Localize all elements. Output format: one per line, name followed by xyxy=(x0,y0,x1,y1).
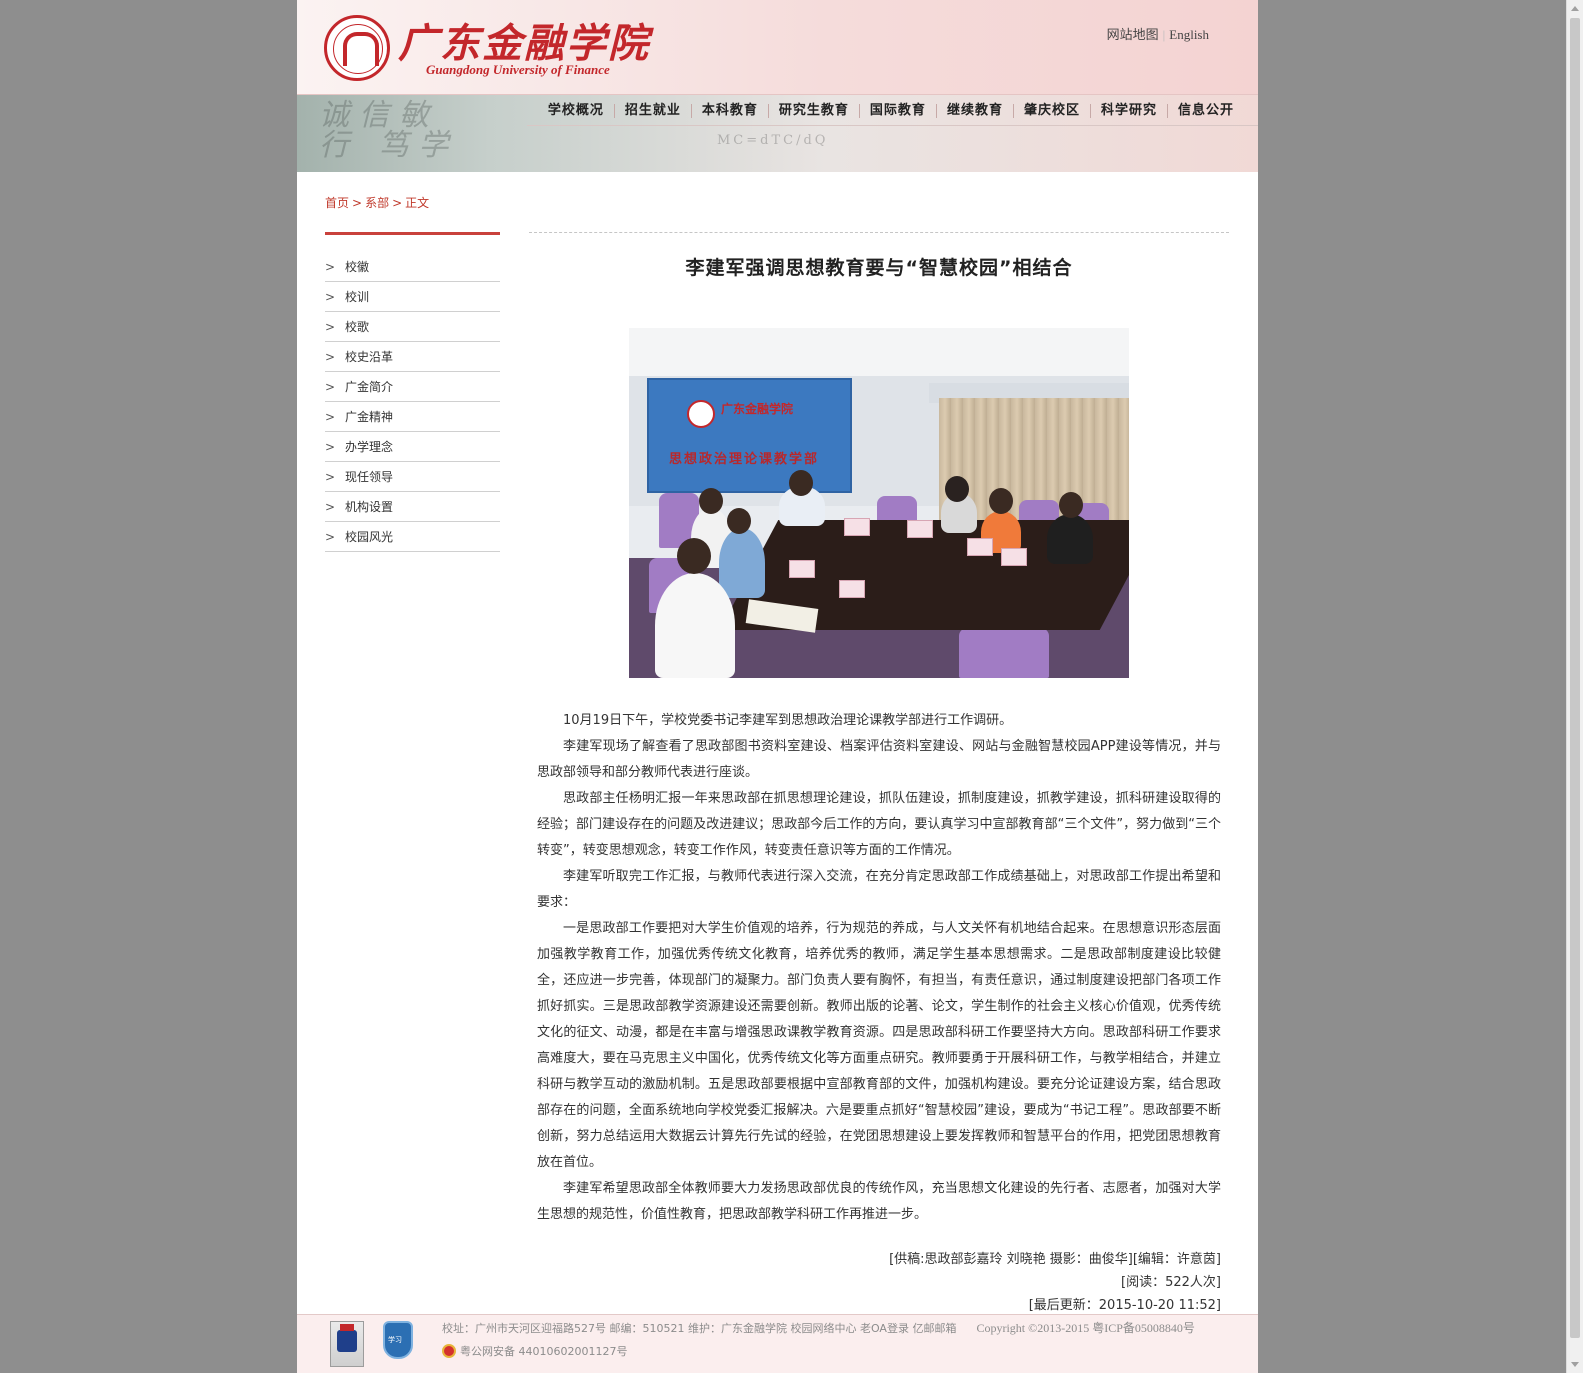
scroll-down-arrow-icon[interactable] xyxy=(1571,1362,1579,1367)
chevron-right-icon: > xyxy=(325,499,336,514)
nav-item-continuing[interactable]: 继续教育 xyxy=(935,104,1013,118)
site-header: 广东金融学院 Guangdong University of Finance 网… xyxy=(297,0,1258,94)
board-seal-icon xyxy=(687,400,715,428)
study-shield-icon[interactable]: 学习 xyxy=(383,1321,413,1359)
nav-banner: 诚信敏行 笃学 MC=dTC/dQ 学校概况 招生就业 本科教育 研究生教育 国… xyxy=(297,94,1258,172)
sidebar-item-spirit[interactable]: > 广金精神 xyxy=(325,402,500,432)
article-view-count: [阅读：522人次] xyxy=(1121,1275,1221,1290)
chevron-right-icon: > xyxy=(325,319,336,334)
sidebar-item-motto[interactable]: > 校训 xyxy=(325,282,500,312)
article-source: [供稿:思政部彭嘉玲 刘晓艳 摄影：曲俊华][编辑：许意茵] xyxy=(889,1252,1221,1267)
police-badge-icon[interactable] xyxy=(330,1321,364,1367)
sidebar-item-label: 机构设置 xyxy=(345,500,394,514)
english-link[interactable]: English xyxy=(1169,27,1209,43)
sidebar-item-organization[interactable]: > 机构设置 xyxy=(325,492,500,522)
chevron-right-icon: > xyxy=(325,469,336,484)
sidebar-item-label: 校歌 xyxy=(345,320,370,334)
chevron-right-icon: > xyxy=(325,409,336,424)
sidebar: > 校徽 > 校训 > 校歌 > 校史沿革 > 广金简介 > 广金精神 > 办学理念 > 现任领… xyxy=(325,232,500,552)
sidebar-item-label: 校徽 xyxy=(345,260,370,274)
logo-english-name: Guangdong University of Finance xyxy=(426,62,610,77)
badge-label: 学习 xyxy=(388,1336,402,1344)
nav-item-research[interactable]: 科学研究 xyxy=(1089,104,1167,118)
sidebar-item-leadership[interactable]: > 现任领导 xyxy=(325,462,500,492)
breadcrumb-department[interactable]: 系部 xyxy=(365,196,389,210)
sidebar-top-bar xyxy=(325,232,500,235)
footer-security-record[interactable]: 粤公网安备 44010602001127号 xyxy=(460,1343,627,1359)
sidebar-item-label: 现任领导 xyxy=(345,470,394,484)
sidebar-item-emblem[interactable]: > 校徽 xyxy=(325,252,500,282)
scroll-up-arrow-icon[interactable] xyxy=(1571,6,1579,11)
breadcrumb-separator: > xyxy=(392,196,403,210)
breadcrumb-separator: > xyxy=(352,196,363,210)
article-title: 李建军强调思想教育要与“智慧校园”相结合 xyxy=(685,257,1073,279)
article-paragraph: 10月19日下午，学校党委书记李建军到思想政治理论课教学部进行工作调研。 xyxy=(563,713,1013,728)
chevron-right-icon: > xyxy=(325,439,336,454)
nav-item-zhaoqing[interactable]: 肇庆校区 xyxy=(1012,104,1090,118)
nav-item-graduate[interactable]: 研究生教育 xyxy=(767,104,859,118)
nav-item-admissions[interactable]: 招生就业 xyxy=(613,104,691,118)
nav-item-undergraduate[interactable]: 本科教育 xyxy=(690,104,768,118)
article-paragraph: 李建军听取完工作汇报，与教师代表进行深入交流，在充分肯定思政部工作成绩基础上，对… xyxy=(537,869,1221,910)
chevron-right-icon: > xyxy=(325,289,336,304)
chevron-right-icon: > xyxy=(325,259,336,274)
university-seal-icon xyxy=(324,15,390,81)
footer-address-line: 校址：广州市天河区迎福路527号 邮编：510521 维护：广东金融学院 校园网… xyxy=(442,1319,1195,1336)
content-top-divider xyxy=(529,232,1229,233)
banner-calligraphy: 诚信敏行 笃学 xyxy=(319,98,459,163)
sidebar-item-introduction[interactable]: > 广金简介 xyxy=(325,372,500,402)
sidebar-item-campus-scenery[interactable]: > 校园风光 xyxy=(325,522,500,552)
sidebar-item-label: 校园风光 xyxy=(345,530,394,544)
sidebar-item-label: 广金精神 xyxy=(345,410,394,424)
article-body: 10月19日下午，学校党委书记李建军到思想政治理论课教学部进行工作调研。 李建军… xyxy=(529,708,1229,1228)
breadcrumb: 首页 > 系部 > 正文 xyxy=(325,194,429,211)
nav-item-disclosure[interactable]: 信息公开 xyxy=(1166,104,1244,118)
footer-security-line: 粤公网安备 44010602001127号 xyxy=(442,1343,627,1359)
chevron-right-icon: > xyxy=(325,379,336,394)
article-paragraph: 思政部主任杨明汇报一年来思政部在抓思想理论建设，抓队伍建设，抓制度建设，抓教学建… xyxy=(537,791,1221,858)
chevron-right-icon: > xyxy=(325,529,336,544)
breadcrumb-home[interactable]: 首页 xyxy=(325,196,349,210)
board-subtitle: 思想政治理论课教学部 xyxy=(669,452,820,467)
nav-item-international[interactable]: 国际教育 xyxy=(858,104,936,118)
scroll-thumb[interactable] xyxy=(1570,18,1580,1338)
sidebar-item-label: 校史沿革 xyxy=(345,350,394,364)
sidebar-item-label: 广金简介 xyxy=(345,380,394,394)
nav-item-school-overview[interactable]: 学校概况 xyxy=(538,104,614,118)
sidebar-item-label: 校训 xyxy=(345,290,370,304)
logo-chinese-name: 广东金融学院 xyxy=(398,20,650,67)
article-photo: 广东金融学院 思想政治理论课教学部 xyxy=(629,328,1129,678)
sidebar-item-philosophy[interactable]: > 办学理念 xyxy=(325,432,500,462)
scrollbar[interactable] xyxy=(1566,0,1583,1373)
university-logo[interactable]: 广东金融学院 Guangdong University of Finance xyxy=(324,12,648,84)
site-footer: 学习 校址：广州市天河区迎福路527号 邮编：510521 维护：广东金融学院 … xyxy=(297,1314,1258,1373)
article-meta: [供稿:思政部彭嘉玲 刘晓艳 摄影：曲俊华][编辑：许意茵] [阅读：522人次… xyxy=(529,1248,1229,1317)
board-title: 广东金融学院 xyxy=(721,402,794,416)
photo-department-board: 广东金融学院 思想政治理论课教学部 xyxy=(647,378,852,493)
article-paragraph: 李建军现场了解查看了思政部图书资料室建设、档案评估资料室建设、网站与金融智慧校园… xyxy=(537,739,1221,780)
public-security-icon xyxy=(442,1344,456,1358)
sidebar-item-history[interactable]: > 校史沿革 xyxy=(325,342,500,372)
top-links: 网站地图 | English xyxy=(1107,24,1209,43)
article-content: 李建军强调思想教育要与“智慧校园”相结合 广东金融学院 思想政治理论课教学部 1… xyxy=(529,232,1229,1317)
chevron-right-icon: > xyxy=(325,349,336,364)
footer-address: 校址：广州市天河区迎福路527号 邮编：510521 维护：广东金融学院 校园网… xyxy=(442,1322,957,1335)
main-nav: 学校概况 招生就业 本科教育 研究生教育 国际教育 继续教育 肇庆校区 科学研究… xyxy=(538,98,1244,124)
sidebar-item-label: 办学理念 xyxy=(345,440,394,454)
article-paragraph: 李建军希望思政部全体教师要大力发扬思政部优良的传统作风，充当思想文化建设的先行者… xyxy=(537,1181,1221,1222)
sidebar-item-song[interactable]: > 校歌 xyxy=(325,312,500,342)
banner-formula-decoration: MC=dTC/dQ xyxy=(717,133,829,148)
sitemap-link[interactable]: 网站地图 xyxy=(1107,24,1159,43)
article-paragraph: 一是思政部工作要把对大学生价值观的培养，行为规范的养成，与人文关怀有机地结合起来… xyxy=(537,921,1221,1170)
nav-divider xyxy=(527,125,1258,126)
breadcrumb-current: 正文 xyxy=(405,196,430,210)
footer-copyright: Copyright ©2013-2015 粤ICP备05008840号 xyxy=(976,1321,1195,1335)
link-divider: | xyxy=(1162,27,1166,42)
page-container: 广东金融学院 Guangdong University of Finance 网… xyxy=(297,0,1258,1373)
